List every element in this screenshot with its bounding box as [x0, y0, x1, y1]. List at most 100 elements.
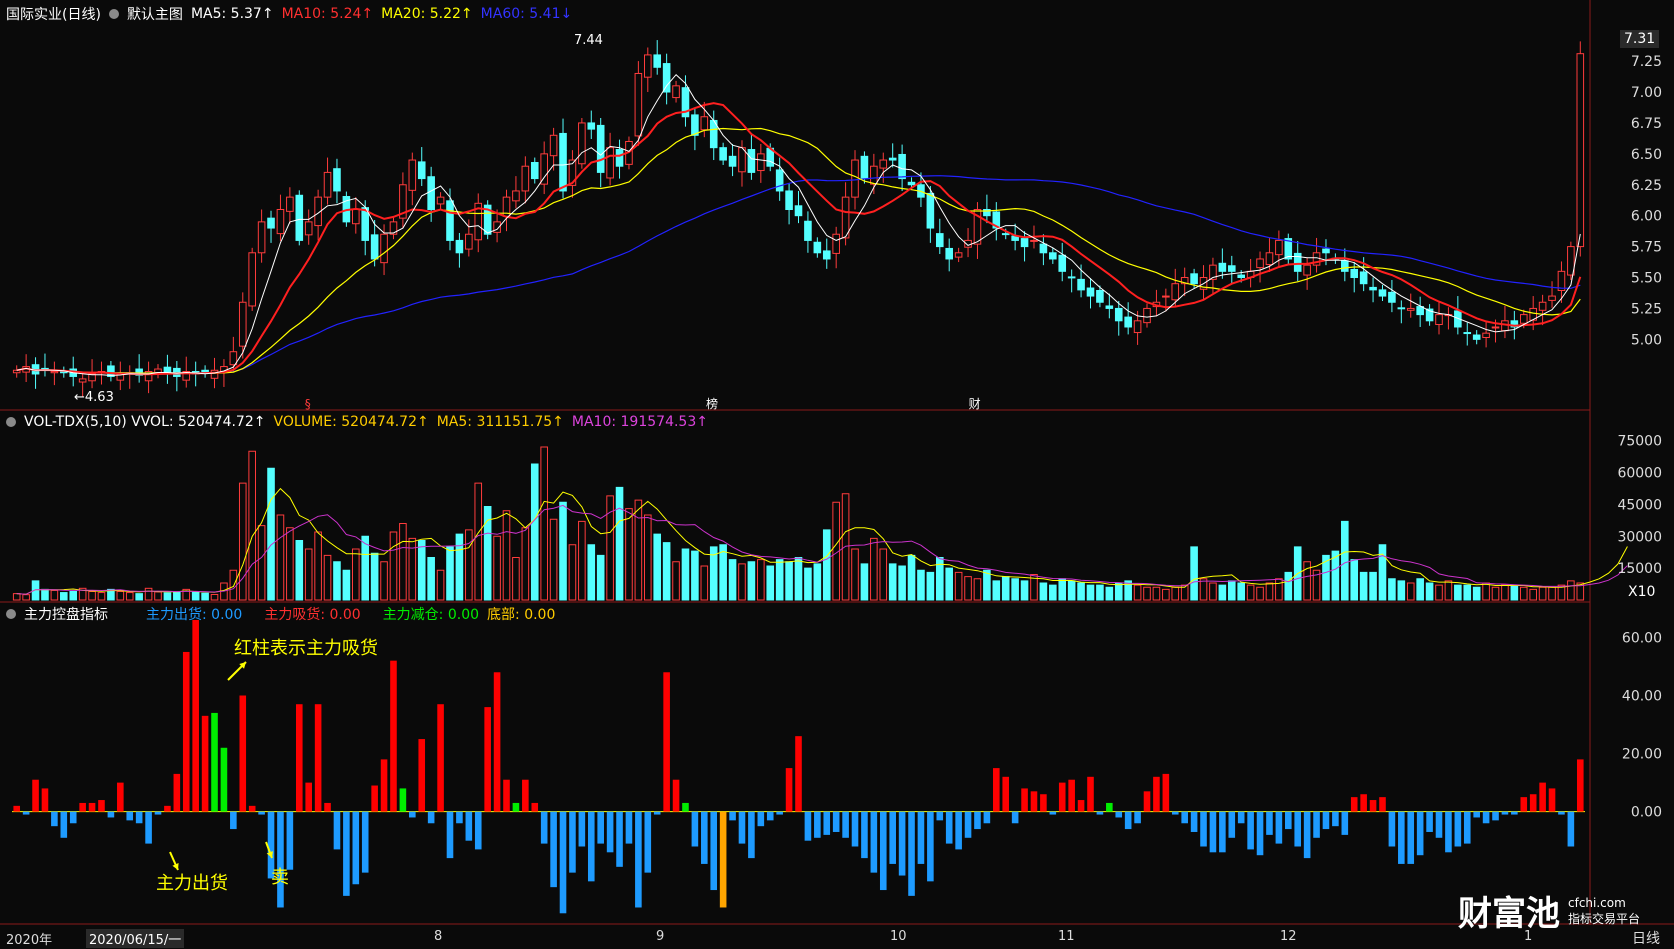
indicator-bar	[1011, 811, 1019, 824]
candle-body	[512, 190, 520, 202]
indicator-bar	[399, 788, 407, 812]
indicator-bar	[587, 811, 595, 882]
volume-bar	[1237, 582, 1245, 601]
candle-body	[1030, 239, 1038, 242]
indicator-bar	[1482, 811, 1490, 824]
volume-bar	[879, 548, 888, 601]
volume-bar	[304, 548, 313, 601]
indicator-bar	[1567, 811, 1575, 847]
volume-bar	[1454, 584, 1462, 601]
volume-bar	[860, 563, 869, 601]
indicator-bar	[1416, 811, 1424, 856]
volume-bar	[173, 591, 181, 601]
indicator-bar	[145, 811, 152, 844]
candle-body	[417, 161, 426, 180]
volume-bar	[1369, 571, 1377, 601]
settings-dot-icon[interactable]	[108, 9, 119, 19]
candle-body	[521, 165, 530, 192]
indicator-bar	[503, 779, 510, 812]
candle-body	[794, 205, 803, 217]
indicator-bar	[343, 811, 350, 896]
volume-bar	[992, 580, 1001, 601]
indicator-bar	[1077, 800, 1085, 812]
volume-bar	[1171, 586, 1180, 601]
candle-body	[1491, 326, 1500, 329]
volume-bar	[257, 525, 266, 601]
candle-body	[1020, 238, 1029, 248]
volume-bar	[1491, 586, 1500, 601]
candle-body	[465, 233, 473, 250]
volume-bar	[785, 561, 793, 601]
volume-bar	[248, 450, 256, 601]
volume-bar	[1227, 580, 1236, 601]
indicator-bar	[1511, 811, 1518, 815]
indicator-bar	[842, 811, 849, 838]
volume-bar	[1378, 544, 1387, 601]
indicator-bar	[993, 768, 1000, 812]
indicator-bar	[220, 747, 228, 812]
candle-body	[446, 200, 454, 241]
indicator-bar	[870, 811, 878, 873]
indicator-bar	[164, 805, 171, 812]
indicator-bar	[437, 704, 444, 812]
high-price-label: 7.44	[574, 33, 603, 48]
volume-bar	[1350, 559, 1359, 601]
indicator-bar	[1407, 811, 1415, 864]
indicator-bar	[616, 811, 623, 867]
volume-bar	[1425, 582, 1434, 601]
candle-body	[238, 301, 247, 347]
indicator-bar	[1200, 811, 1207, 847]
indicator-bar	[409, 811, 416, 818]
indicator-name: 主力控盘指标	[24, 607, 108, 623]
volume-bar	[1341, 520, 1349, 601]
indicator-bar	[1398, 811, 1405, 864]
candle-body	[286, 196, 294, 212]
watermark-site: cfchi.com	[1568, 895, 1626, 910]
volume-bar	[559, 501, 567, 601]
candle-body	[634, 72, 643, 137]
volume-bar	[380, 561, 388, 601]
volume-bar	[1548, 586, 1556, 601]
candle-body	[1256, 258, 1264, 269]
indicator-settings-dot-icon[interactable]	[6, 609, 16, 619]
candle-body	[455, 239, 464, 254]
candle-body	[1435, 314, 1443, 326]
volume-tick-label: 30000	[1617, 529, 1662, 545]
volume-bar	[1472, 586, 1481, 601]
indicator-bar	[1576, 759, 1584, 812]
candle-body	[1463, 332, 1472, 335]
indicator-bar	[1021, 788, 1028, 812]
watermark: 财富池 cfchi.com 指标交易平台	[1458, 886, 1640, 935]
volume-bar	[1416, 578, 1424, 601]
volume-tick-label: 45000	[1617, 497, 1662, 513]
indicator-bar	[1040, 794, 1047, 812]
candle-body	[1171, 283, 1180, 301]
indicator-bar	[248, 805, 256, 812]
volume-bar	[587, 544, 596, 601]
indicator-bar	[879, 811, 887, 891]
candle-body	[1576, 53, 1585, 248]
price-tick-label: 6.75	[1631, 116, 1662, 132]
volume-bar	[276, 514, 285, 601]
indicator-bar	[1445, 811, 1452, 853]
candle-body	[1133, 320, 1142, 334]
volume-bar	[295, 540, 304, 601]
volume-bar	[1143, 586, 1151, 601]
volume-bar	[342, 569, 351, 601]
indicator-bar	[126, 811, 134, 821]
indicator-bar	[239, 695, 247, 812]
candle-body	[276, 209, 285, 235]
volume-bar	[757, 559, 765, 601]
indicator-bar	[1068, 779, 1075, 812]
indicator-bar	[69, 811, 77, 824]
volume-settings-dot-icon[interactable]	[6, 417, 16, 427]
candle-body	[78, 378, 87, 383]
volume-bar	[446, 546, 454, 601]
indicator-bar	[1096, 811, 1104, 815]
indicator-bar	[182, 651, 190, 812]
month-12: 12	[1280, 929, 1297, 944]
ma10-value: MA10: 5.24↑	[281, 6, 374, 22]
volume-bar	[1275, 578, 1283, 601]
stock-title[interactable]: 国际实业(日线)	[6, 4, 101, 24]
candle-body	[1406, 307, 1415, 311]
